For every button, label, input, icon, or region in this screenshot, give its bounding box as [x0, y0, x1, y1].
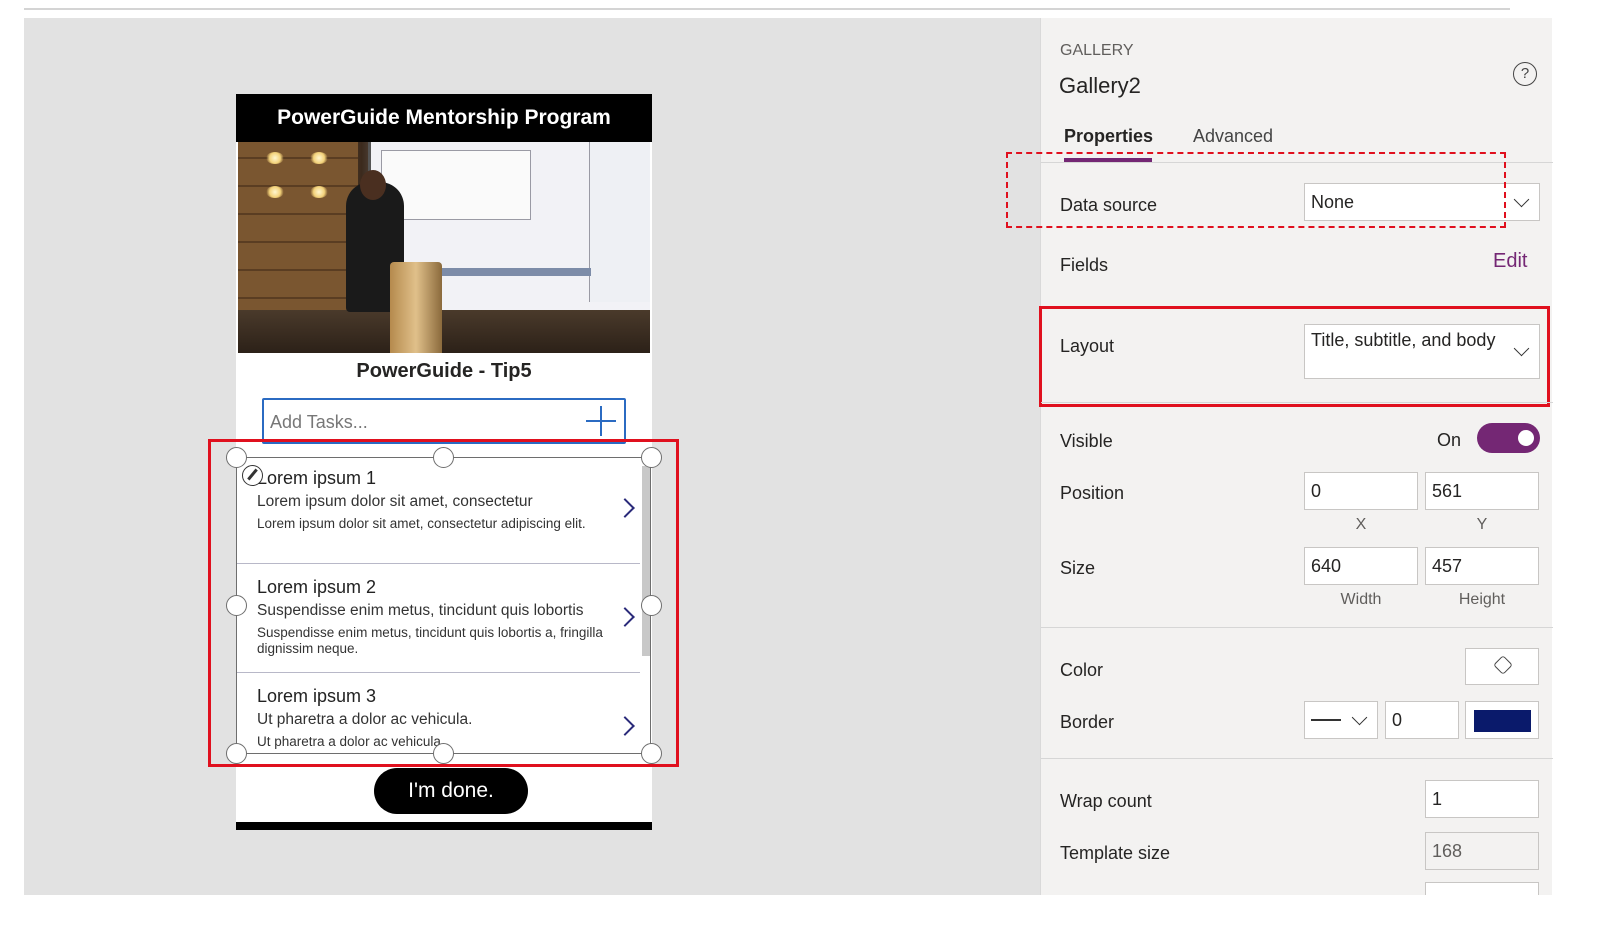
edit-pencil-icon[interactable] — [242, 465, 263, 486]
resize-handle-right[interactable] — [641, 595, 662, 616]
chevron-down-icon — [1513, 191, 1530, 208]
resize-handle-left[interactable] — [226, 595, 247, 616]
app-footer-bar — [236, 822, 652, 830]
done-button[interactable]: I'm done. — [374, 768, 528, 814]
hero-presenter-head — [360, 170, 386, 200]
size-width-input[interactable]: 640 — [1304, 547, 1418, 585]
tab-properties[interactable]: Properties — [1064, 126, 1153, 162]
position-label: Position — [1060, 483, 1125, 503]
position-y-input[interactable]: 561 — [1425, 472, 1539, 510]
hero-lamp — [266, 186, 284, 198]
template-size-label: Template size — [1060, 843, 1171, 863]
selection-frame — [236, 457, 651, 754]
section-divider — [1041, 627, 1553, 628]
size-width-caption: Width — [1340, 591, 1382, 608]
visible-label: Visible — [1060, 431, 1113, 451]
resize-handle-top[interactable] — [433, 447, 454, 468]
add-task-field[interactable] — [262, 398, 626, 444]
control-name[interactable]: Gallery2 — [1059, 73, 1141, 99]
wrap-count-input[interactable]: 1 — [1425, 780, 1539, 818]
border-thickness-input[interactable]: 0 — [1385, 701, 1459, 739]
wrap-count-label: Wrap count — [1060, 791, 1152, 811]
add-task-input[interactable] — [270, 408, 570, 436]
resize-handle-top-right[interactable] — [641, 447, 662, 468]
color-label: Color — [1060, 660, 1104, 680]
chevron-down-icon — [1513, 340, 1530, 357]
size-label: Size — [1060, 558, 1096, 578]
position-x-caption: X — [1355, 516, 1367, 533]
hero-floor — [238, 310, 650, 353]
visible-state: On — [1437, 430, 1462, 450]
resize-handle-bottom[interactable] — [433, 743, 454, 764]
position-y-caption: Y — [1476, 516, 1488, 533]
size-height-caption: Height — [1458, 591, 1506, 608]
paint-bucket-icon — [1493, 655, 1513, 675]
layout-value: Title, subtitle, and body — [1311, 330, 1496, 350]
fields-edit-link[interactable]: Edit — [1493, 250, 1527, 273]
section-divider — [1041, 758, 1553, 759]
hero-screen-pane — [589, 142, 650, 302]
border-label: Border — [1060, 712, 1115, 732]
resize-handle-bottom-right[interactable] — [641, 743, 662, 764]
hero-lamp — [310, 186, 328, 198]
hero-lamp — [310, 152, 328, 164]
chevron-down-icon — [1351, 709, 1368, 726]
app-subtitle: PowerGuide - Tip5 — [356, 360, 532, 382]
help-icon[interactable]: ? — [1513, 62, 1537, 86]
layout-label: Layout — [1060, 336, 1115, 356]
hero-podium — [390, 262, 442, 353]
fields-label: Fields — [1060, 255, 1109, 275]
border-line-sample — [1311, 719, 1341, 721]
hero-image[interactable] — [238, 142, 650, 353]
position-x-input[interactable]: 0 — [1304, 472, 1418, 510]
control-type: GALLERY — [1060, 42, 1134, 59]
next-property-input[interactable] — [1425, 882, 1539, 895]
app-header-title: PowerGuide Mentorship Program — [236, 94, 652, 142]
border-color-swatch — [1474, 710, 1531, 732]
color-picker-button[interactable] — [1465, 648, 1539, 685]
section-divider — [1041, 402, 1553, 403]
plus-icon[interactable] — [586, 406, 616, 436]
tab-advanced[interactable]: Advanced — [1193, 126, 1273, 147]
data-source-highlight — [1006, 152, 1506, 228]
resize-handle-top-left[interactable] — [226, 447, 247, 468]
size-height-input[interactable]: 457 — [1425, 547, 1539, 585]
top-divider — [24, 8, 1510, 10]
layout-dropdown[interactable]: Title, subtitle, and body — [1304, 324, 1540, 379]
hero-lamp — [266, 152, 284, 164]
resize-handle-bottom-left[interactable] — [226, 743, 247, 764]
border-color-picker[interactable] — [1465, 701, 1539, 739]
properties-panel: GALLERY Gallery2 ? Properties Advanced D… — [1039, 18, 1553, 895]
template-size-input: 168 — [1425, 832, 1539, 870]
border-style-dropdown[interactable] — [1304, 701, 1378, 739]
visible-toggle[interactable] — [1477, 423, 1540, 453]
